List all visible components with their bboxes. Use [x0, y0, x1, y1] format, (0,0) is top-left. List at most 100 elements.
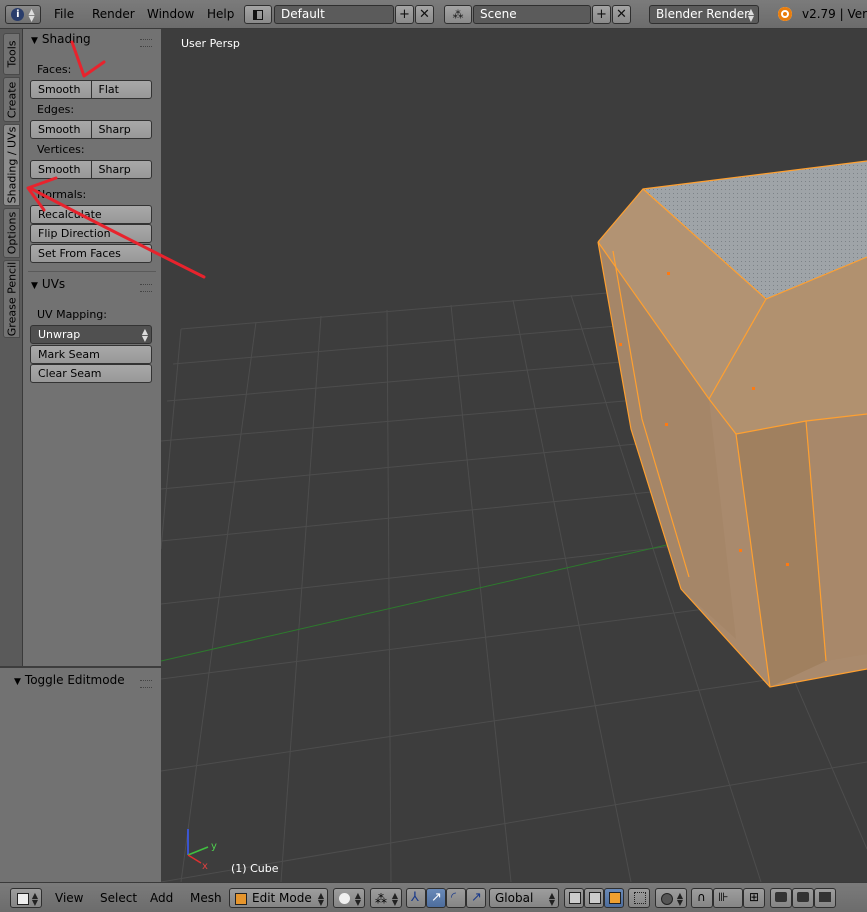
- transform-orientation-select[interactable]: Global ▲ ▼: [489, 888, 559, 908]
- faces-smooth-button[interactable]: Smooth: [30, 80, 92, 99]
- vertices-sharp-button[interactable]: Sharp: [91, 160, 152, 179]
- magnet-icon: ∩: [697, 890, 706, 904]
- edges-smooth-button[interactable]: Smooth: [30, 120, 92, 139]
- camera-icon: [775, 892, 787, 902]
- mark-seam-row: Mark Seam: [30, 345, 152, 364]
- tab-label: Tools: [5, 40, 18, 68]
- translate-manipulator-toggle[interactable]: ↗: [426, 888, 446, 908]
- updown-arrows-icon: ▲ ▼: [317, 891, 324, 907]
- arrow-icon: ↗: [431, 890, 442, 905]
- screen-layout-menu-button[interactable]: [244, 5, 272, 24]
- blender-logo-icon: [778, 7, 792, 21]
- remove-scene-button[interactable]: ✕: [612, 5, 631, 24]
- viewport-scene: y x: [161, 29, 867, 882]
- edge-select-icon: [589, 892, 601, 904]
- tab-tools[interactable]: Tools: [3, 33, 20, 75]
- clear-seam-row: Clear Seam: [30, 364, 152, 383]
- shading-panel-header[interactable]: ▼ Shading: [31, 30, 91, 48]
- pivot-point-select[interactable]: ⁂ ▲ ▼: [370, 888, 402, 908]
- snap-target-icon: ⊞: [749, 890, 760, 904]
- panel-title: UVs: [41, 277, 66, 291]
- mode-select[interactable]: Edit Mode ▲ ▼: [229, 888, 328, 908]
- recalculate-button[interactable]: Recalculate: [30, 205, 152, 224]
- panel-title: Toggle Editmode: [24, 673, 125, 687]
- drag-grip-icon[interactable]: [140, 39, 152, 47]
- axis-y-label: y: [211, 841, 217, 852]
- snap-toggle[interactable]: ∩: [691, 888, 713, 908]
- menu-view[interactable]: View: [55, 890, 83, 907]
- editor-type-button[interactable]: ▲ ▼: [10, 888, 42, 908]
- render-opengl-image-button[interactable]: [770, 888, 792, 908]
- limit-selection-toggle[interactable]: [628, 888, 650, 908]
- add-scene-button[interactable]: +: [592, 5, 611, 24]
- flip-direction-button[interactable]: Flip Direction: [30, 224, 152, 243]
- updown-arrows-icon: ▲ ▼: [676, 891, 683, 907]
- faces-label: Faces:: [37, 63, 72, 76]
- mark-seam-button[interactable]: Mark Seam: [30, 345, 152, 364]
- unwrap-row: Unwrap ▲ ▼: [30, 325, 152, 344]
- snap-element-select[interactable]: ⊪: [713, 888, 743, 908]
- edges-sharp-button[interactable]: Sharp: [91, 120, 152, 139]
- menu-help[interactable]: Help: [205, 6, 236, 23]
- axis-x-label: x: [202, 861, 208, 872]
- mode-label: Edit Mode: [252, 891, 312, 905]
- object-name-label: (1) Cube: [231, 862, 279, 875]
- tab-options[interactable]: Options: [3, 208, 20, 258]
- toggle-editmode-header[interactable]: ▼ Toggle Editmode: [14, 671, 125, 689]
- menu-render[interactable]: Render: [90, 6, 137, 23]
- menu-window[interactable]: Window: [145, 6, 196, 23]
- tab-create[interactable]: Create: [3, 77, 20, 122]
- tab-grease-pencil[interactable]: Grease Pencil: [3, 260, 20, 338]
- solid-sphere-icon: [339, 893, 350, 904]
- edit-mode-icon: [235, 893, 247, 905]
- menu-add[interactable]: Add: [150, 890, 173, 907]
- vertex-select-toggle[interactable]: [564, 888, 584, 908]
- collapse-triangle-icon: ▼: [31, 281, 38, 291]
- proportional-icon: [661, 893, 673, 905]
- drag-grip-icon[interactable]: [140, 284, 152, 292]
- orientation-label: Global: [495, 891, 534, 905]
- scale-manipulator-toggle[interactable]: ↗: [466, 888, 486, 908]
- viewport-shading-select[interactable]: ▲ ▼: [333, 888, 365, 908]
- info-editor-type-button[interactable]: i ▲ ▼: [5, 5, 41, 24]
- render-engine-select[interactable]: Blender Render ▲ ▼: [649, 5, 759, 24]
- drag-grip-icon[interactable]: [140, 680, 152, 688]
- render-opengl-animation-button[interactable]: [792, 888, 814, 908]
- uvs-panel-header[interactable]: ▼ UVs: [31, 275, 65, 293]
- clapper-icon: [819, 892, 831, 902]
- clear-seam-button[interactable]: Clear Seam: [30, 364, 152, 383]
- rotate-manipulator-toggle[interactable]: ◜: [446, 888, 466, 908]
- vertices-smooth-button[interactable]: Smooth: [30, 160, 92, 179]
- vertices-label: Vertices:: [37, 143, 85, 156]
- scene-field[interactable]: Scene: [473, 5, 591, 24]
- faces-flat-button[interactable]: Flat: [91, 80, 152, 99]
- top-header: i ▲ ▼ File Render Window Help Default + ✕…: [0, 0, 867, 29]
- menu-file[interactable]: File: [52, 6, 76, 23]
- 3d-viewport[interactable]: y x User Persp (1) Cube: [161, 29, 867, 882]
- face-select-toggle[interactable]: [604, 888, 624, 908]
- set-from-faces-row: Set From Faces: [30, 244, 152, 263]
- screen-layout-field[interactable]: Default: [274, 5, 394, 24]
- unwrap-select[interactable]: Unwrap ▲ ▼: [30, 325, 152, 344]
- scene-menu-button[interactable]: ⁂: [444, 5, 472, 24]
- rotate-icon: ◜: [451, 890, 457, 905]
- proportional-edit-select[interactable]: ▲ ▼: [655, 888, 687, 908]
- manipulator-toggle[interactable]: ⅄: [406, 888, 426, 908]
- add-layout-button[interactable]: +: [395, 5, 414, 24]
- remove-layout-button[interactable]: ✕: [415, 5, 434, 24]
- menu-select[interactable]: Select: [100, 890, 137, 907]
- set-from-faces-button[interactable]: Set From Faces: [30, 244, 152, 263]
- tab-label: Options: [5, 211, 18, 255]
- plus-icon: +: [399, 7, 410, 22]
- render-animation-button[interactable]: [814, 888, 836, 908]
- menu-mesh[interactable]: Mesh: [190, 890, 222, 907]
- manipulator-icon: ⅄: [411, 890, 419, 905]
- close-icon: ✕: [616, 7, 627, 22]
- uv-mapping-label: UV Mapping:: [37, 308, 107, 321]
- collapse-triangle-icon: ▼: [31, 36, 38, 46]
- edge-select-toggle[interactable]: [584, 888, 604, 908]
- snap-target-select[interactable]: ⊞: [743, 888, 765, 908]
- tab-shading-uvs[interactable]: Shading / UVs: [3, 124, 20, 206]
- normals-label: Normals:: [37, 188, 87, 201]
- viewport-header: ▲ ▼ View Select Add Mesh Edit Mode ▲ ▼ ▲ ▼ …: [0, 882, 867, 912]
